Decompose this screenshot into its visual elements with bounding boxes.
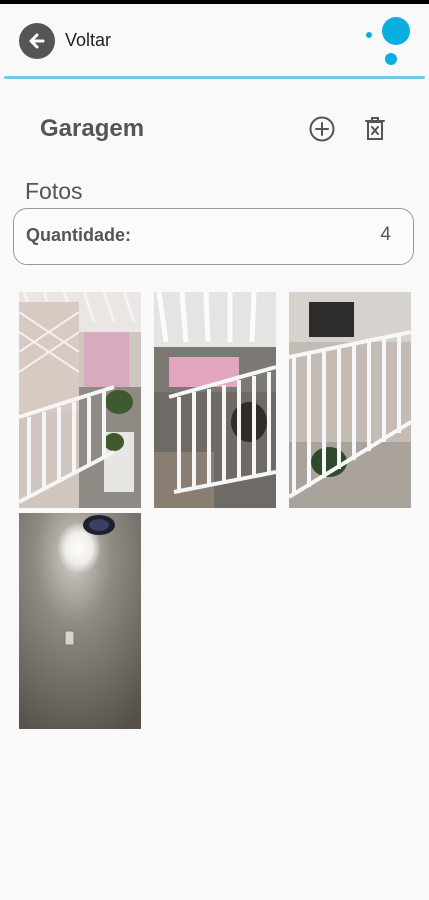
back-button[interactable] (19, 23, 55, 59)
header: Voltar (0, 4, 429, 76)
arrow-left-icon (29, 33, 45, 49)
page-title: Garagem (40, 115, 145, 142)
quantity-label: Quantidade: (26, 225, 132, 245)
back-label[interactable]: Voltar (65, 30, 111, 51)
photo-thumbnail-1[interactable] (19, 292, 141, 508)
plus-circle-icon (309, 116, 335, 142)
photo-thumbnail-2[interactable] (154, 292, 276, 508)
photos-section-title: Fotos (25, 178, 83, 204)
header-divider (4, 76, 425, 79)
delete-button[interactable] (363, 115, 387, 143)
quantity-card: Quantidade: 4 (13, 208, 414, 265)
trash-x-icon (365, 117, 385, 140)
quantity-value: 4 (380, 224, 391, 245)
dots-logo-icon (366, 17, 410, 65)
photo-thumbnail-3[interactable] (289, 292, 411, 508)
add-photo-button[interactable] (308, 115, 336, 143)
photo-thumbnail-4[interactable] (19, 513, 141, 729)
